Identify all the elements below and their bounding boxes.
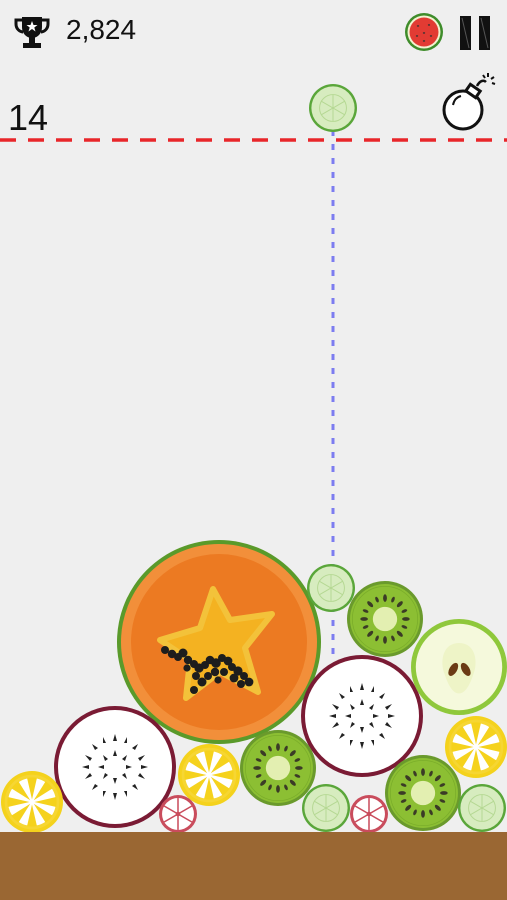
fruit-dragonfruit (301, 655, 423, 777)
ground (0, 832, 507, 900)
fruit-lemon (178, 744, 240, 806)
fruit-cucumber (457, 783, 507, 833)
fruit-cucumber (306, 563, 356, 613)
fruit-grapefruit (159, 795, 197, 833)
game-stage[interactable]: 2,824 14 (0, 0, 507, 900)
fruit-pear (411, 619, 507, 715)
held-fruit-cucumber[interactable] (308, 83, 358, 133)
fruit-kiwi (385, 755, 461, 831)
fruit-papaya (117, 540, 321, 744)
fruit-kiwi (240, 730, 316, 806)
game-board[interactable] (0, 0, 507, 900)
fruit-dragonfruit (54, 706, 176, 828)
fruit-kiwi (347, 581, 423, 657)
fruit-lemon (445, 716, 507, 778)
fruit-lemon (1, 771, 63, 833)
fruit-grapefruit (350, 795, 388, 833)
fruit-cucumber (301, 783, 351, 833)
